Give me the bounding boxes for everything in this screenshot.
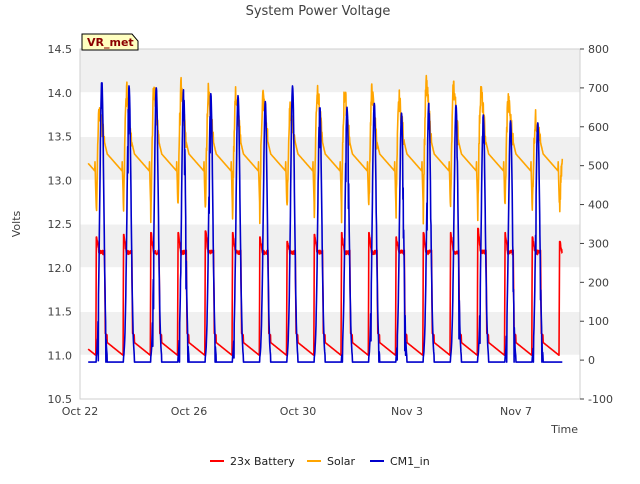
y-tick-label-left: 12.0	[48, 262, 73, 275]
y-tick-label-left: 12.5	[48, 218, 73, 231]
y-tick-label-left: 11.5	[48, 306, 73, 319]
x-axis-label: Time	[550, 423, 578, 436]
vr-met-badge-label: VR_met	[87, 36, 134, 49]
x-axis-ticks: Oct 22 Oct 26 Oct 30 Nov 3 Nov 7	[62, 405, 532, 418]
legend: 23x Battery Solar CM1_in	[210, 455, 430, 468]
x-tick-label: Nov 7	[500, 405, 532, 418]
y-tick-label-right: -100	[588, 393, 613, 406]
legend-label: 23x Battery	[230, 455, 295, 468]
y-tick-label-right: 500	[588, 160, 609, 173]
x-tick-label: Oct 22	[62, 405, 99, 418]
y-tick-label-right: 200	[588, 276, 609, 289]
y-tick-label-right: 700	[588, 82, 609, 95]
left-axis-ticks: 10.511.011.512.012.513.013.514.014.5	[48, 43, 73, 406]
x-tick-label: Oct 30	[280, 405, 317, 418]
x-tick-label: Nov 3	[391, 405, 423, 418]
right-axis-ticks: -100 0 100 200 300 400 500 600 700 800	[580, 43, 613, 406]
y-tick-label-right: 400	[588, 199, 609, 212]
background-band	[80, 49, 580, 93]
y-tick-label-left: 11.0	[48, 349, 73, 362]
legend-label: CM1_in	[390, 455, 430, 468]
x-tick-label: Oct 26	[171, 405, 208, 418]
y-tick-label-right: 100	[588, 315, 609, 328]
y-tick-label-left: 14.5	[48, 43, 73, 56]
y-tick-label-left: 13.5	[48, 131, 73, 144]
y-axis-label: Volts	[10, 210, 23, 237]
legend-label: Solar	[327, 455, 356, 468]
vr-met-badge: VR_met	[82, 34, 138, 50]
y-tick-label-left: 13.0	[48, 174, 73, 187]
chart-title: System Power Voltage	[246, 4, 391, 19]
y-tick-label-right: 600	[588, 121, 609, 134]
y-tick-label-right: 800	[588, 43, 609, 56]
y-tick-label-right: 300	[588, 237, 609, 250]
y-tick-label-right: 0	[588, 354, 595, 367]
chart: System Power Voltage 10.511.011.512.012.…	[0, 0, 640, 480]
y-tick-label-left: 14.0	[48, 87, 73, 100]
